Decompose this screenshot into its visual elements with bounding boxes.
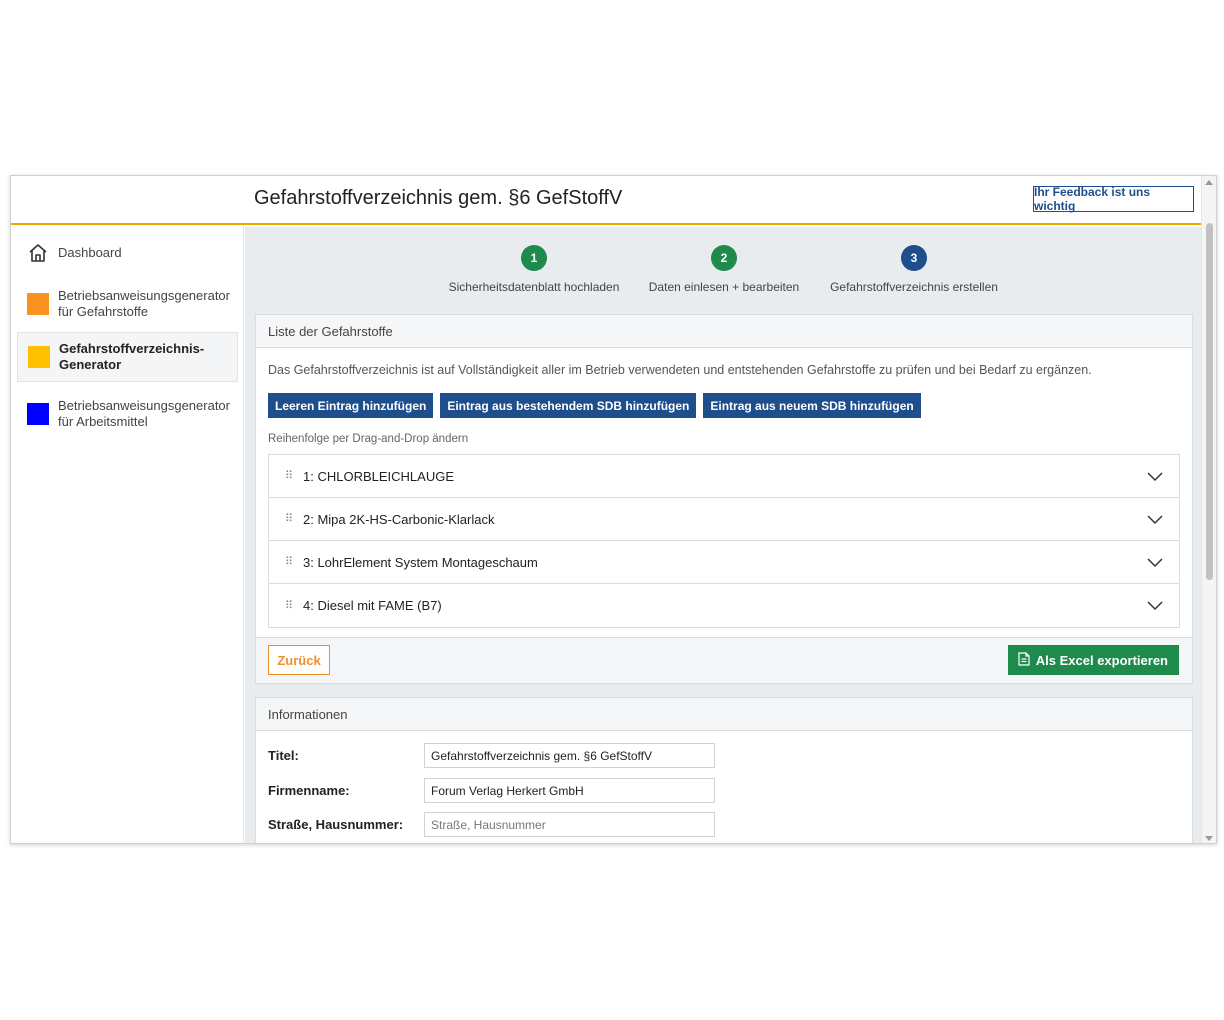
step-3[interactable]: 3 Gefahrstoffverzeichnis erstellen xyxy=(804,245,1024,294)
drag-handle-icon[interactable]: ⠿ xyxy=(285,557,293,568)
sidebar-item-label: Gefahrstoffverzeichnis-Generator xyxy=(59,341,205,372)
sidebar-item-label: Dashboard xyxy=(58,245,122,260)
app-window: Gefahrstoffverzeichnis gem. §6 GefStoffV… xyxy=(10,175,1217,844)
title-input[interactable] xyxy=(424,743,715,768)
add-from-existing-sdb-button[interactable]: Eintrag aus bestehendem SDB hinzufügen xyxy=(440,393,697,418)
list-item[interactable]: ⠿ 3: LohrElement System Montageschaum xyxy=(269,541,1179,584)
hazard-list: ⠿ 1: CHLORBLEICHLAUGE ⠿ 2: Mipa 2K-HS-Ca… xyxy=(268,454,1180,628)
export-excel-label: Als Excel exportieren xyxy=(1035,652,1168,668)
yellow-square-icon xyxy=(28,346,50,368)
step-label: Daten einlesen + bearbeiten xyxy=(648,280,800,294)
list-item[interactable]: ⠿ 4: Diesel mit FAME (B7) xyxy=(269,584,1179,627)
chevron-down-icon[interactable] xyxy=(1147,469,1163,487)
sidebar: Dashboard Betriebsanweisungsgenerator fü… xyxy=(11,227,244,843)
info-card: Informationen Titel: Firmenname: Straße,… xyxy=(255,697,1193,843)
sidebar-item-label: Betriebsanweisungsgenerator für Arbeitsm… xyxy=(58,398,230,429)
home-icon xyxy=(27,242,49,264)
list-item[interactable]: ⠿ 2: Mipa 2K-HS-Carbonic-Klarlack xyxy=(269,498,1179,541)
card-footer: Zurück Als Excel exportieren xyxy=(256,637,1192,683)
street-input[interactable] xyxy=(424,812,715,837)
list-item-title: 2: Mipa 2K-HS-Carbonic-Klarlack xyxy=(303,511,495,527)
add-empty-entry-button[interactable]: Leeren Eintrag hinzufügen xyxy=(268,393,434,418)
sidebar-item-gefahrstoffverzeichnis[interactable]: Gefahrstoffverzeichnis-Generator xyxy=(17,332,238,382)
list-item-title: 3: LohrElement System Montageschaum xyxy=(303,554,538,570)
export-excel-button[interactable]: Als Excel exportieren xyxy=(1007,645,1179,675)
street-label: Straße, Hausnummer: xyxy=(268,817,404,832)
vertical-scrollbar[interactable] xyxy=(1201,176,1216,843)
back-button[interactable]: Zurück xyxy=(268,645,330,675)
sidebar-item-dashboard[interactable]: Dashboard xyxy=(17,240,238,266)
sidebar-item-label: Betriebsanweisungsgenerator für Gefahrst… xyxy=(58,288,230,319)
file-icon xyxy=(1018,651,1030,669)
chevron-down-icon[interactable] xyxy=(1147,512,1163,530)
chevron-down-icon[interactable] xyxy=(1147,598,1163,616)
chevron-down-icon[interactable] xyxy=(1147,555,1163,573)
step-2[interactable]: 2 Daten einlesen + bearbeiten xyxy=(614,245,834,294)
company-label: Firmenname: xyxy=(268,783,350,798)
company-row: Firmenname: xyxy=(268,778,715,803)
scroll-down-icon[interactable] xyxy=(1205,836,1213,841)
main-content: 1 Sicherheitsdatenblatt hochladen 2 Date… xyxy=(245,227,1203,843)
add-from-new-sdb-button[interactable]: Eintrag aus neuem SDB hinzufügen xyxy=(703,393,921,418)
orange-square-icon xyxy=(27,293,49,315)
card-title: Liste der Gefahrstoffe xyxy=(256,315,1192,348)
top-bar: Gefahrstoffverzeichnis gem. §6 GefStoffV… xyxy=(11,176,1203,225)
sidebar-item-betriebsanweisung-arbeitsmittel[interactable]: Betriebsanweisungsgenerator für Arbeitsm… xyxy=(17,396,238,432)
hazard-list-card: Liste der Gefahrstoffe Das Gefahrstoffve… xyxy=(255,314,1193,684)
scroll-up-icon[interactable] xyxy=(1205,180,1213,185)
sidebar-item-betriebsanweisung-gefahrstoffe[interactable]: Betriebsanweisungsgenerator für Gefahrst… xyxy=(17,286,238,322)
drag-drop-hint: Reihenfolge per Drag-and-Drop ändern xyxy=(268,433,469,445)
company-input[interactable] xyxy=(424,778,715,803)
stepper: 1 Sicherheitsdatenblatt hochladen 2 Date… xyxy=(245,227,1203,307)
feedback-button[interactable]: Ihr Feedback ist uns wichtig xyxy=(1033,185,1194,213)
list-item-title: 4: Diesel mit FAME (B7) xyxy=(303,598,442,613)
blue-square-icon xyxy=(27,403,49,425)
scroll-thumb[interactable] xyxy=(1206,223,1213,580)
title-label: Titel: xyxy=(268,748,299,763)
street-row: Straße, Hausnummer: xyxy=(268,812,715,837)
step-number: 3 xyxy=(901,245,927,271)
step-label: Sicherheitsdatenblatt hochladen xyxy=(448,280,620,294)
drag-handle-icon[interactable]: ⠿ xyxy=(285,471,293,482)
list-item-title: 1: CHLORBLEICHLAUGE xyxy=(303,468,454,484)
add-buttons: Leeren Eintrag hinzufügen Eintrag aus be… xyxy=(268,393,921,418)
title-row: Titel: xyxy=(268,743,715,768)
step-1[interactable]: 1 Sicherheitsdatenblatt hochladen xyxy=(424,245,644,294)
card-title: Informationen xyxy=(256,698,1192,731)
step-number: 1 xyxy=(521,245,547,271)
intro-text: Das Gefahrstoffverzeichnis ist auf Volls… xyxy=(268,363,1092,377)
drag-handle-icon[interactable]: ⠿ xyxy=(285,514,293,525)
step-label: Gefahrstoffverzeichnis erstellen xyxy=(830,280,998,294)
drag-handle-icon[interactable]: ⠿ xyxy=(285,600,293,611)
list-item[interactable]: ⠿ 1: CHLORBLEICHLAUGE xyxy=(269,455,1179,498)
page-title: Gefahrstoffverzeichnis gem. §6 GefStoffV xyxy=(254,187,623,209)
step-number: 2 xyxy=(711,245,737,271)
